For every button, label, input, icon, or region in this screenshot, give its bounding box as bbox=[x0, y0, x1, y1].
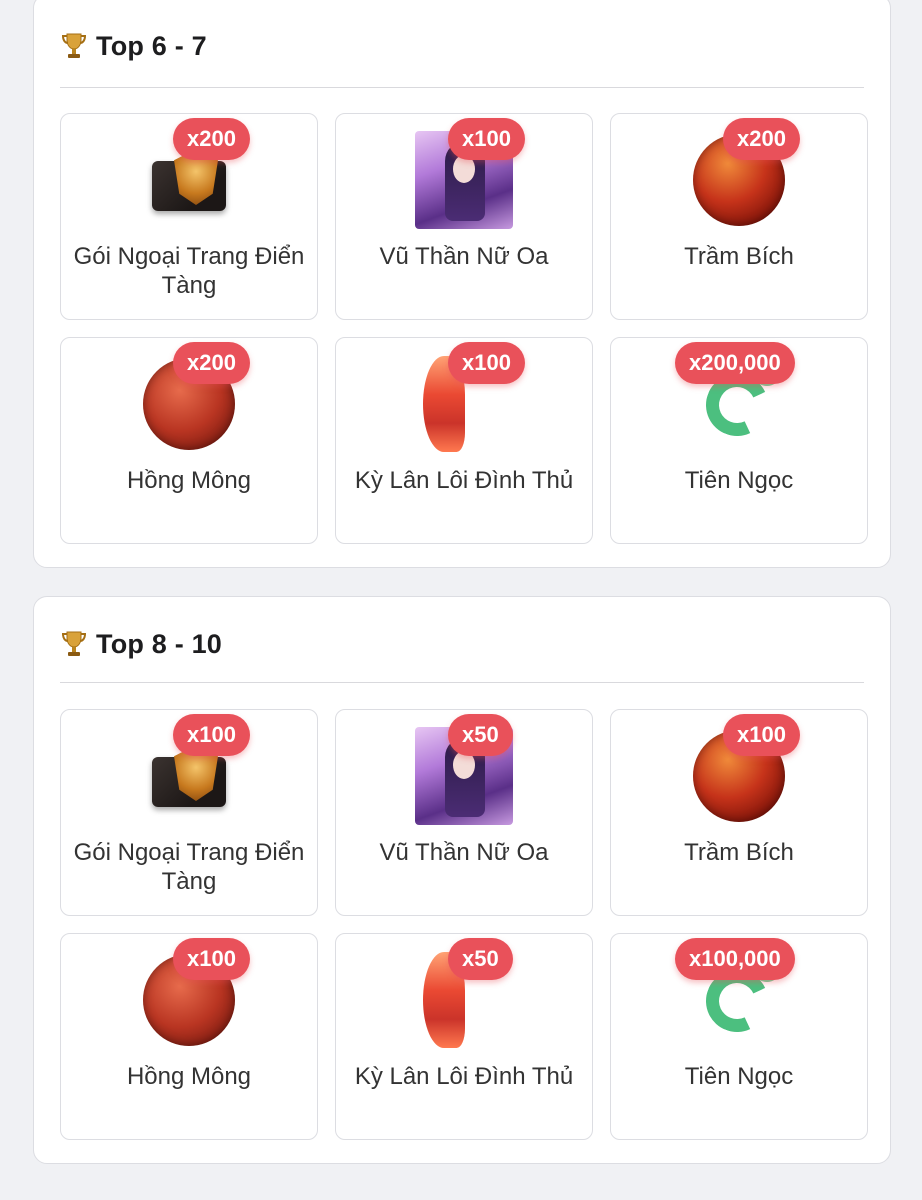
reward-item[interactable]: x100 Vũ Thần Nữ Oa bbox=[335, 113, 593, 320]
section-divider bbox=[60, 87, 864, 88]
trophy-icon bbox=[61, 33, 87, 58]
reward-item[interactable]: x100 Gói Ngoại Trang Điển Tàng bbox=[60, 709, 318, 916]
quantity-badge: x100 bbox=[723, 714, 800, 756]
quantity-badge: x200,000 bbox=[675, 342, 795, 384]
reward-item[interactable]: x100,000 Tiên Ngọc bbox=[610, 933, 868, 1140]
reward-item[interactable]: x100 Kỳ Lân Lôi Đình Thủ bbox=[335, 337, 593, 544]
reward-name: Hồng Mông bbox=[126, 1063, 252, 1090]
reward-name: Trầm Bích bbox=[684, 243, 794, 270]
reward-name: Trầm Bích bbox=[684, 839, 794, 866]
reward-name: Hồng Mông bbox=[126, 467, 252, 494]
reward-section-top-6-7: Top 6 - 7 x200 Gói Ngoại Trang Điển Tàng… bbox=[33, 0, 891, 568]
quantity-badge: x200 bbox=[723, 118, 800, 160]
section-title: Top 8 - 10 bbox=[96, 628, 223, 659]
reward-item[interactable]: x200 Hồng Mông bbox=[60, 337, 318, 544]
reward-name: Vũ Thần Nữ Oa bbox=[379, 243, 549, 270]
section-title: Top 6 - 7 bbox=[96, 30, 207, 61]
reward-name: Vũ Thần Nữ Oa bbox=[379, 839, 549, 866]
quantity-badge: x50 bbox=[448, 938, 513, 980]
trophy-icon bbox=[61, 631, 87, 656]
quantity-badge: x100 bbox=[173, 714, 250, 756]
reward-section-top-8-10: Top 8 - 10 x100 Gói Ngoại Trang Điển Tàn… bbox=[33, 596, 891, 1164]
reward-item[interactable]: x200 Gói Ngoại Trang Điển Tàng bbox=[60, 113, 318, 320]
reward-name: Tiên Ngọc bbox=[684, 467, 794, 494]
reward-name: Gói Ngoại Trang Điển Tàng bbox=[73, 243, 305, 299]
reward-item[interactable]: x100 Hồng Mông bbox=[60, 933, 318, 1140]
reward-name: Kỳ Lân Lôi Đình Thủ bbox=[354, 1063, 574, 1090]
quantity-badge: x50 bbox=[448, 714, 513, 756]
section-divider bbox=[60, 682, 864, 683]
quantity-badge: x100 bbox=[173, 938, 250, 980]
reward-grid: x100 Gói Ngoại Trang Điển Tàng x50 Vũ Th… bbox=[60, 709, 868, 1140]
section-header: Top 6 - 7 bbox=[60, 26, 864, 66]
quantity-badge: x200 bbox=[173, 118, 250, 160]
reward-item[interactable]: x50 Kỳ Lân Lôi Đình Thủ bbox=[335, 933, 593, 1140]
quantity-badge: x100 bbox=[448, 118, 525, 160]
reward-item[interactable]: x100 Trầm Bích bbox=[610, 709, 868, 916]
quantity-badge: x100 bbox=[448, 342, 525, 384]
reward-item[interactable]: x200 Trầm Bích bbox=[610, 113, 868, 320]
reward-item[interactable]: x50 Vũ Thần Nữ Oa bbox=[335, 709, 593, 916]
reward-name: Gói Ngoại Trang Điển Tàng bbox=[73, 839, 305, 895]
reward-grid: x200 Gói Ngoại Trang Điển Tàng x100 Vũ T… bbox=[60, 113, 868, 544]
quantity-badge: x200 bbox=[173, 342, 250, 384]
reward-name: Kỳ Lân Lôi Đình Thủ bbox=[354, 467, 574, 494]
section-header: Top 8 - 10 bbox=[60, 624, 864, 664]
reward-item[interactable]: x200,000 Tiên Ngọc bbox=[610, 337, 868, 544]
reward-name: Tiên Ngọc bbox=[684, 1063, 794, 1090]
quantity-badge: x100,000 bbox=[675, 938, 795, 980]
